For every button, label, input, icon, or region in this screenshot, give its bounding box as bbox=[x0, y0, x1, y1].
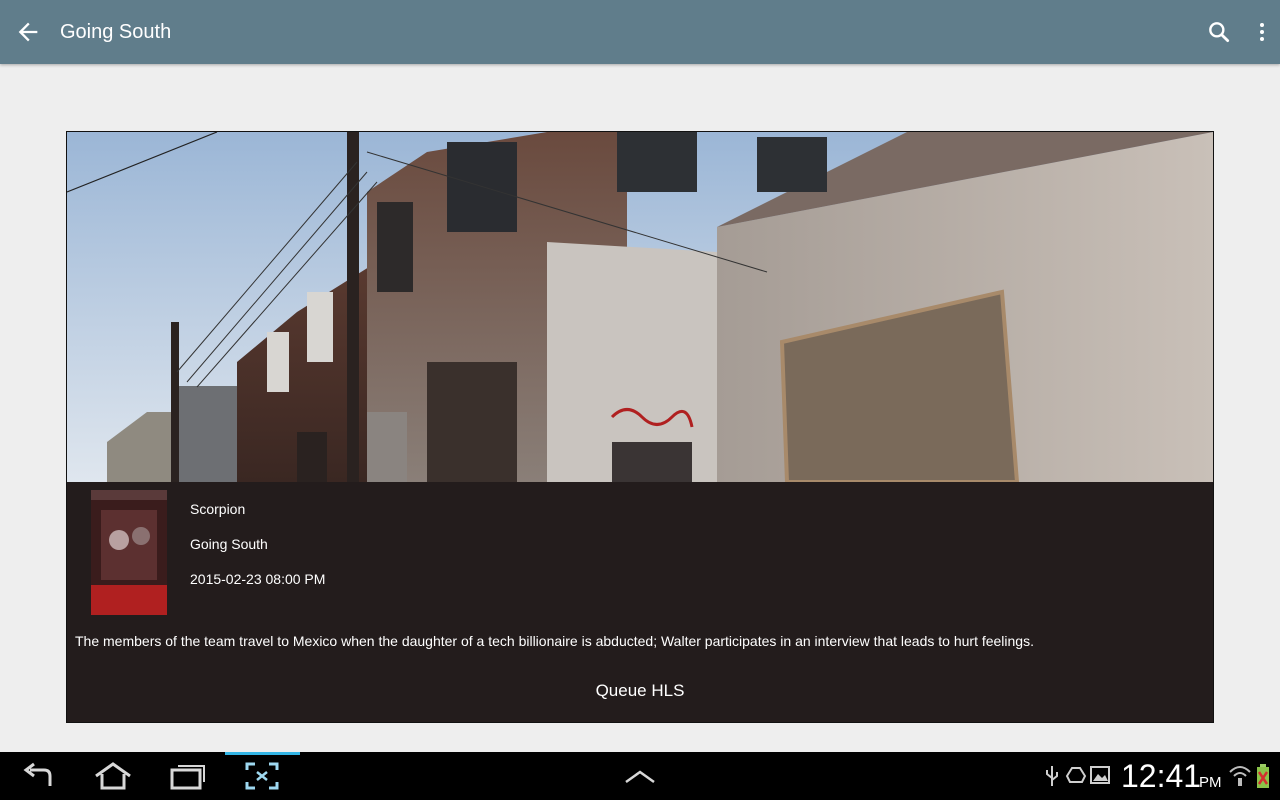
queue-hls-button[interactable]: Queue HLS bbox=[540, 678, 740, 704]
episode-description: The members of the team travel to Mexico… bbox=[75, 633, 1034, 649]
wifi-icon bbox=[1229, 766, 1251, 786]
nav-recents-icon[interactable] bbox=[168, 760, 208, 792]
app-bar: Going South bbox=[0, 0, 1280, 64]
episode-title: Going South bbox=[190, 536, 268, 552]
system-nav-bar: 12:41 PM bbox=[0, 752, 1280, 800]
image-icon bbox=[1090, 766, 1110, 784]
nav-home-icon[interactable] bbox=[92, 760, 134, 792]
program-hero-image bbox=[67, 132, 1213, 482]
more-vert-icon[interactable] bbox=[1250, 19, 1274, 45]
usb-icon bbox=[1046, 766, 1058, 786]
search-icon[interactable] bbox=[1206, 19, 1232, 45]
show-title: Scorpion bbox=[190, 501, 246, 517]
back-arrow-icon[interactable] bbox=[14, 18, 42, 46]
status-clock-ampm: PM bbox=[1199, 774, 1222, 791]
battery-icon bbox=[1257, 764, 1269, 788]
screenshot-icon[interactable] bbox=[243, 760, 281, 792]
active-indicator bbox=[225, 752, 300, 755]
program-card: Scorpion Going South 2015-02-23 08:00 PM… bbox=[66, 131, 1214, 723]
show-poster-thumbnail bbox=[91, 490, 167, 615]
page-title: Going South bbox=[60, 21, 172, 43]
nav-back-icon[interactable] bbox=[20, 760, 58, 792]
air-time: 2015-02-23 08:00 PM bbox=[190, 571, 326, 587]
status-clock: 12:41 bbox=[1121, 758, 1202, 794]
recycle-icon bbox=[1065, 767, 1087, 783]
nav-up-chevron-icon[interactable] bbox=[622, 760, 658, 792]
